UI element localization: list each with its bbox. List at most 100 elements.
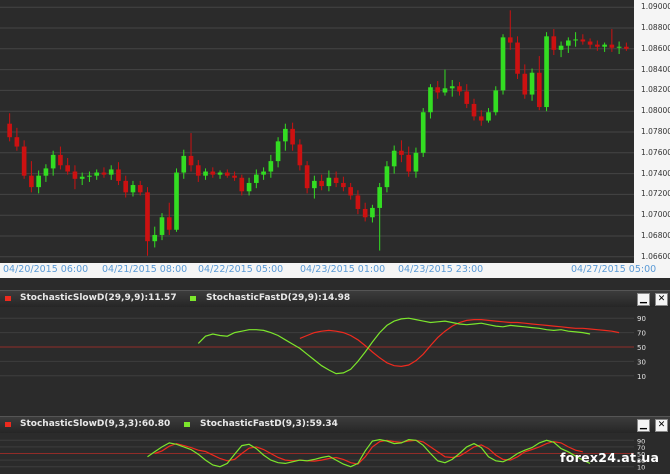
indicator-tick-label: 10: [637, 373, 646, 381]
price-tick-label: 1.07800: [641, 127, 670, 136]
legend-swatch-fast: [184, 422, 190, 427]
candle-body: [312, 180, 317, 189]
candle-body: [254, 174, 259, 183]
candle-body: [137, 185, 143, 193]
price-tick-label: 1.06600: [641, 251, 670, 261]
candle-body: [116, 169, 121, 181]
candle-body: [275, 141, 281, 162]
candle-body: [224, 172, 230, 176]
candle-body: [326, 177, 332, 187]
candle-body: [602, 44, 607, 47]
candle-body: [166, 217, 172, 230]
candle-body: [29, 175, 34, 188]
candle-body: [232, 175, 237, 178]
price-tick-label: 1.08200: [641, 85, 670, 95]
price-tick-label: 1.07200: [641, 189, 670, 199]
candle-body: [442, 88, 448, 93]
candle-body: [21, 146, 27, 176]
candle-body: [493, 90, 499, 113]
indicator-tick-label: 50: [637, 344, 646, 352]
minimize-panel-button[interactable]: ▁: [637, 293, 650, 306]
candle-body: [399, 150, 404, 155]
price-tick-label: 1.08400: [641, 64, 670, 74]
candle-body: [449, 86, 455, 89]
panel-header-stoch-9: StochasticSlowD(9,3,3):60.80 StochasticF…: [0, 416, 670, 433]
candle-body: [507, 37, 513, 43]
price-tick-label: 1.07400: [641, 168, 670, 178]
candle-body: [609, 44, 615, 48]
candle-body: [130, 185, 136, 193]
date-axis: 04/20/2015 06:00 04/21/2015 08:00 04/22/20…: [0, 263, 656, 278]
indicator-tick-label: 30: [637, 358, 646, 366]
panel-header-stoch-29: StochasticSlowD(29,9,9):11.57 Stochastic…: [0, 290, 670, 307]
candle-body: [616, 46, 622, 48]
candle-body: [174, 172, 179, 230]
candle-body: [362, 208, 368, 218]
candle-body: [420, 112, 426, 153]
candle-body: [188, 155, 194, 166]
candle-body: [159, 217, 165, 235]
candle-body: [464, 91, 470, 104]
candle-body: [297, 144, 303, 166]
candle-body: [529, 72, 535, 95]
price-tick-label: 1.07600: [641, 147, 670, 157]
date-tick-label: 04/21/2015 08:00: [102, 264, 188, 275]
price-tick-label: 1.07000: [641, 210, 670, 220]
candle-body: [7, 123, 12, 138]
candle-body: [65, 165, 70, 172]
candle-body: [587, 41, 593, 45]
candle-body: [486, 112, 491, 121]
candle-body: [195, 165, 201, 176]
stochastic-29-panel[interactable]: 90 70 50 30 10: [0, 307, 670, 387]
candle-body: [145, 192, 150, 242]
candle-body: [319, 180, 324, 187]
candle-body: [377, 187, 382, 208]
date-tick-label: 04/20/2015 06:00: [3, 264, 89, 275]
candle-body: [391, 150, 397, 167]
legend-stoch-fast-9: StochasticFastD(9,3):59.34: [200, 419, 338, 429]
price-tick-label: 1.08600: [641, 43, 670, 53]
minimize-panel-button[interactable]: ▁: [637, 419, 650, 432]
candle-body: [370, 207, 375, 218]
candle-body: [290, 128, 295, 145]
candle-body: [624, 46, 629, 49]
candle-body: [283, 128, 288, 142]
candle-body: [536, 72, 542, 108]
close-panel-button[interactable]: ✕: [655, 293, 668, 306]
candle-body: [72, 171, 78, 179]
stoch-slow-line: [299, 319, 620, 368]
candle-body: [261, 171, 266, 175]
candle-body: [203, 171, 208, 176]
candle-body: [558, 45, 564, 50]
candle-body: [14, 137, 20, 147]
legend-swatch-slow: [5, 422, 11, 427]
price-tick-label: 1.08800: [641, 23, 670, 32]
price-chart[interactable]: [0, 0, 670, 278]
date-tick-label: 04/22/2015 05:00: [198, 264, 284, 275]
candle-body: [435, 87, 441, 93]
candle-body: [471, 103, 477, 117]
candle-body: [457, 86, 462, 92]
price-tick-label: 1.09000: [641, 2, 670, 12]
candle-body: [268, 161, 274, 172]
candle-body: [108, 169, 114, 175]
candle-body: [94, 172, 100, 176]
close-panel-button[interactable]: ✕: [655, 419, 668, 432]
candle-body: [58, 154, 63, 166]
candle-body: [384, 166, 390, 188]
candle-body: [87, 175, 92, 177]
candle-body: [36, 175, 41, 188]
candle-body: [595, 44, 600, 47]
candle-body: [123, 180, 129, 193]
candle-body: [43, 168, 49, 176]
legend-stoch-fast-29: StochasticFastD(29,9):14.98: [206, 293, 351, 303]
price-tick-label: 1.08000: [641, 106, 670, 116]
legend-swatch-fast: [190, 296, 196, 301]
candle-body: [50, 154, 56, 169]
candle-body: [551, 36, 557, 50]
candle-body: [500, 37, 506, 91]
candle-body: [304, 165, 310, 189]
candle-body: [566, 40, 571, 46]
candle-body: [152, 234, 158, 242]
candle-body: [478, 116, 484, 121]
